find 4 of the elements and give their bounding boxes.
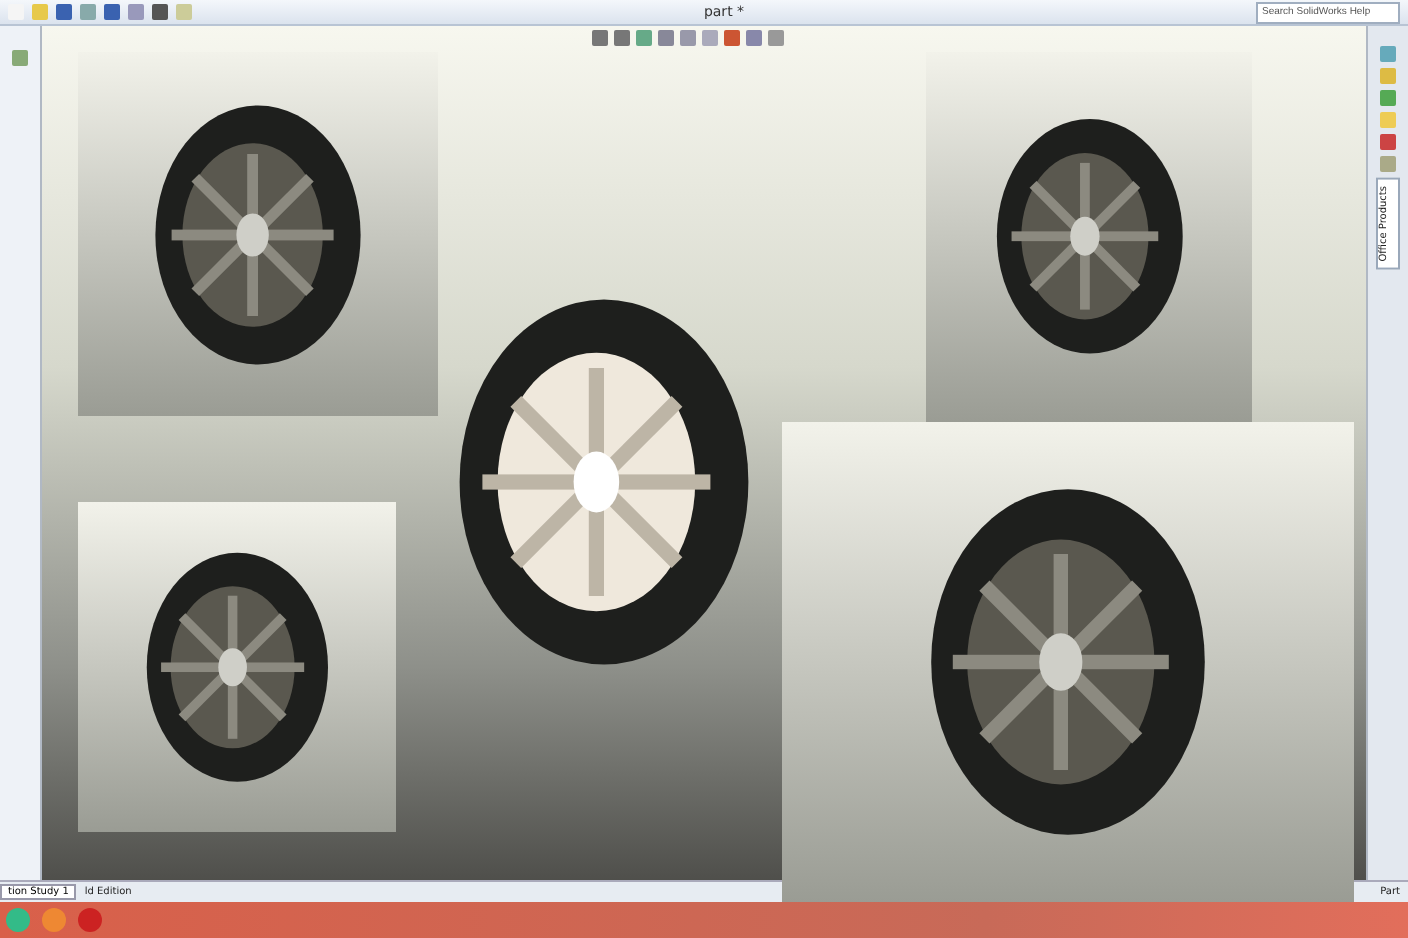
taskbar-icon[interactable]: [6, 908, 30, 932]
toolbar-icon[interactable]: [12, 50, 28, 66]
taskbar-icon[interactable]: [42, 908, 66, 932]
taskbar-icon[interactable]: [78, 908, 102, 932]
